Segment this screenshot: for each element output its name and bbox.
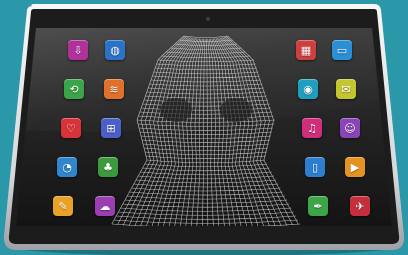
person-app-icon[interactable]: ☺: [340, 118, 360, 138]
dial-app-icon[interactable]: ◔: [57, 157, 77, 177]
pen-app-icon[interactable]: ✒: [308, 196, 328, 216]
tree-app-icon[interactable]: ♣: [98, 157, 118, 177]
heart-app-icon[interactable]: ♡: [61, 118, 81, 138]
app-glyph: ▶: [350, 160, 360, 174]
basket-app-icon[interactable]: ⊞: [101, 118, 121, 138]
calculator-app-icon[interactable]: ▦: [296, 40, 316, 60]
app-glyph: ◉: [303, 82, 313, 96]
app-glyph: ⇩: [73, 43, 83, 57]
front-camera: [205, 16, 211, 22]
plane-app-icon[interactable]: ✈: [350, 196, 370, 216]
download-app-icon[interactable]: ⇩: [68, 40, 88, 60]
signal-app-icon[interactable]: ≋: [104, 79, 124, 99]
cloud-app-icon[interactable]: ☁: [95, 196, 115, 216]
app-glyph: ▦: [300, 43, 312, 57]
app-glyph: ♣: [103, 160, 113, 174]
app-glyph: ◔: [62, 160, 72, 174]
video-app-icon[interactable]: ▶: [345, 157, 365, 177]
refresh-app-icon[interactable]: ⟲: [64, 79, 84, 99]
app-glyph: ⟲: [69, 82, 79, 96]
app-glyph: ▭: [336, 43, 348, 57]
app-glyph: ♫: [307, 121, 317, 135]
app-glyph: ≋: [109, 82, 119, 96]
image-app-icon[interactable]: ▭: [332, 40, 352, 60]
app-glyph: ☺: [344, 121, 356, 135]
camera-app-icon[interactable]: ◉: [298, 79, 318, 99]
notes-app-icon[interactable]: ✎: [53, 196, 73, 216]
app-glyph: ▯: [311, 160, 319, 174]
phone-app-icon[interactable]: ▯: [305, 157, 325, 177]
app-glyph: ◍: [110, 43, 120, 57]
app-glyph: ♡: [66, 121, 76, 135]
app-glyph: ✎: [58, 199, 68, 213]
globe-app-icon[interactable]: ◍: [105, 40, 125, 60]
mail-app-icon[interactable]: ✉: [336, 79, 356, 99]
app-glyph: ✉: [341, 82, 351, 96]
app-glyph: ✒: [313, 199, 323, 213]
app-glyph: ✈: [355, 199, 365, 213]
music-app-icon[interactable]: ♫: [302, 118, 322, 138]
app-glyph: ⊞: [106, 121, 116, 135]
app-glyph: ☁: [99, 199, 111, 213]
